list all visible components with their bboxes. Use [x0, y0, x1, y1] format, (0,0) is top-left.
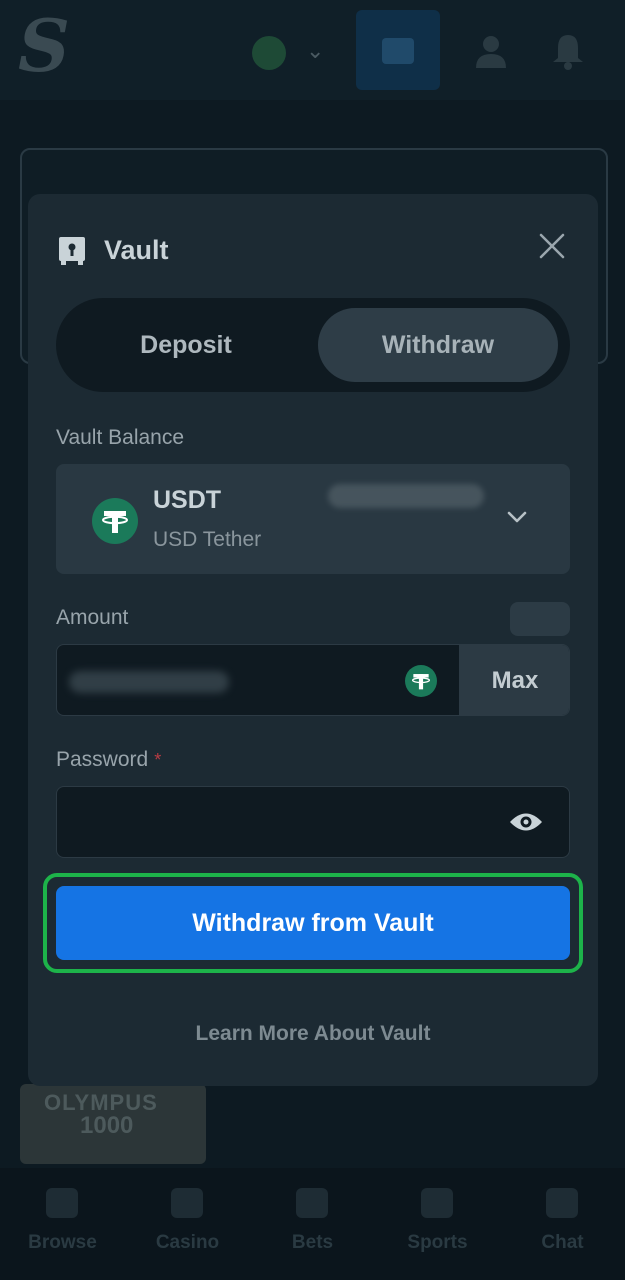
nav-item-bets[interactable]: Bets	[250, 1168, 375, 1280]
close-icon[interactable]	[536, 230, 568, 262]
tab-deposit[interactable]: Deposit	[66, 308, 306, 382]
nav-item-casino[interactable]: Casino	[125, 1168, 250, 1280]
vault-balance-label: Vault Balance	[56, 426, 185, 449]
bottom-navigation: Browse Casino Bets Sports Chat	[0, 1168, 625, 1280]
asset-name: USD Tether	[153, 528, 262, 551]
currency-display-toggle[interactable]	[510, 602, 570, 636]
blurred-amount-value	[69, 671, 229, 693]
browse-icon	[46, 1188, 78, 1218]
amount-label: Amount	[56, 606, 129, 629]
eye-icon[interactable]	[509, 811, 543, 833]
currency-chevron-down-icon[interactable]: ⌄	[306, 38, 324, 64]
nav-item-browse[interactable]: Browse	[0, 1168, 125, 1280]
modal-title: Vault	[104, 235, 169, 265]
required-asterisk: *	[154, 750, 162, 770]
sports-icon	[421, 1188, 453, 1218]
nav-label: Browse	[28, 1232, 97, 1253]
chat-icon	[546, 1188, 578, 1218]
password-input[interactable]	[56, 786, 570, 858]
wallet-icon	[382, 38, 414, 64]
deposit-withdraw-toggle: Deposit Withdraw	[56, 298, 570, 392]
learn-more-link[interactable]: Learn More About Vault	[28, 1022, 598, 1046]
password-label: Password *	[56, 748, 161, 772]
tab-withdraw[interactable]: Withdraw	[318, 308, 558, 382]
nav-label: Bets	[291, 1232, 334, 1253]
casino-icon	[171, 1188, 203, 1218]
nav-item-sports[interactable]: Sports	[375, 1168, 500, 1280]
password-label-text: Password	[56, 748, 149, 771]
withdraw-from-vault-button[interactable]: Withdraw from Vault	[56, 886, 570, 960]
currency-coin-icon[interactable]	[252, 36, 286, 70]
user-icon[interactable]	[474, 34, 508, 70]
tether-icon	[405, 665, 437, 697]
nav-label: Casino	[155, 1232, 220, 1253]
blurred-balance	[328, 484, 484, 508]
nav-label: Sports	[407, 1232, 468, 1253]
chevron-down-icon	[507, 511, 527, 523]
tether-icon	[92, 498, 138, 544]
game-title-line2: 1000	[80, 1112, 134, 1139]
top-bar: S ⌄	[0, 0, 625, 100]
site-logo[interactable]: S	[18, 10, 70, 82]
nav-item-chat[interactable]: Chat	[500, 1168, 625, 1280]
asset-code: USDT	[153, 486, 222, 514]
amount-input[interactable]: Max	[56, 644, 570, 716]
vault-icon	[59, 237, 85, 265]
nav-label: Chat	[541, 1232, 584, 1253]
notification-bell-icon[interactable]	[550, 32, 586, 70]
max-button[interactable]: Max	[459, 645, 569, 715]
bets-icon	[296, 1188, 328, 1218]
asset-selector[interactable]: USDT USD Tether	[56, 464, 570, 574]
